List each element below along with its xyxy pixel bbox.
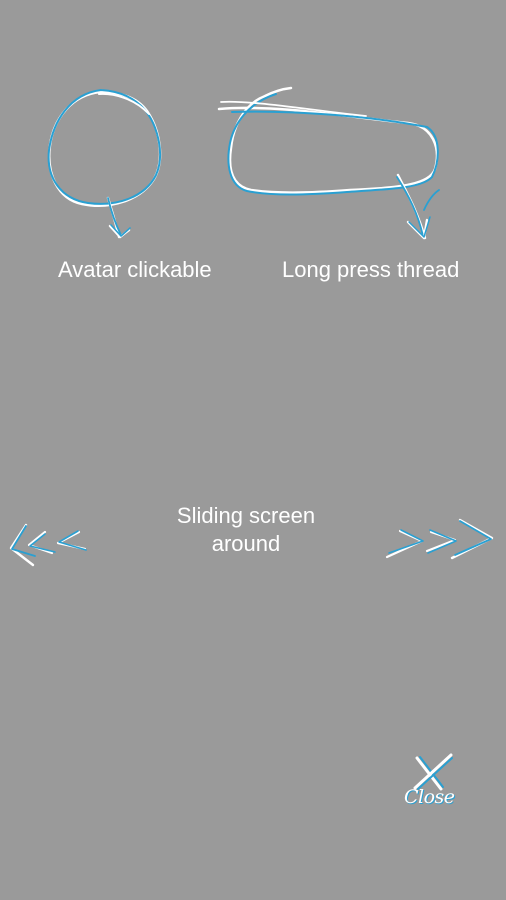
avatar-clickable-label: Avatar clickable (58, 257, 212, 282)
tutorial-overlay: Avatar clickable Long press thread Slidi… (0, 0, 506, 900)
long-press-thread-label: Long press thread (282, 257, 460, 282)
close-button[interactable] (398, 750, 470, 820)
avatar-circle-icon (47, 89, 162, 207)
right-swipe-chevrons-icon (385, 518, 494, 560)
close-icon (413, 753, 453, 791)
left-swipe-chevrons-icon (9, 523, 87, 567)
thread-rounded-rect-icon (217, 86, 439, 196)
sliding-screen-label: Sliding screen around (176, 503, 316, 556)
